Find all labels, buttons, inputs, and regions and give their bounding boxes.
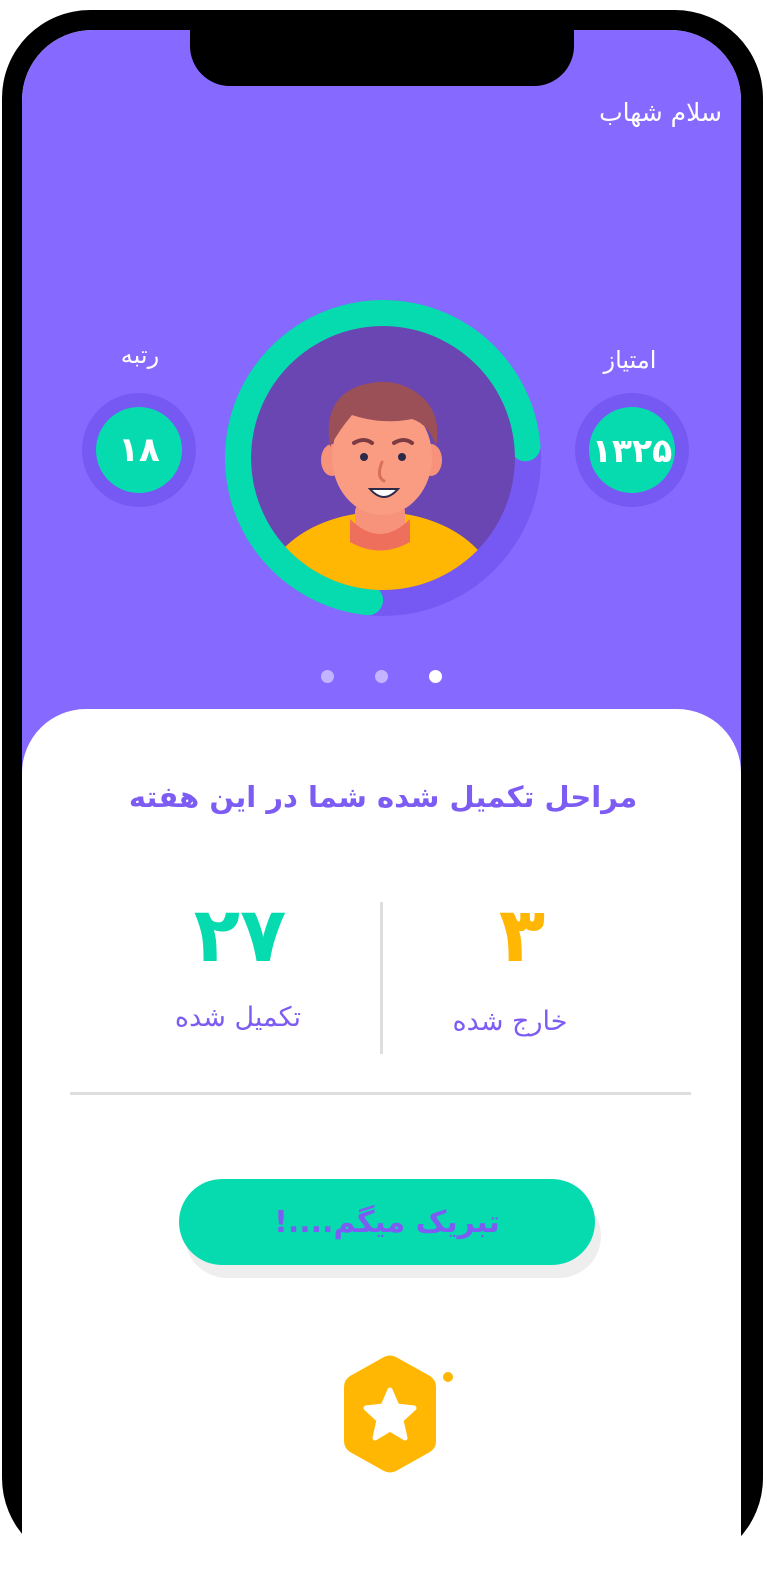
section-divider bbox=[70, 1092, 691, 1095]
stats-divider bbox=[380, 902, 383, 1054]
points-value: ۱۳۲۵ bbox=[589, 407, 675, 493]
weekly-title: مراحل تکمیل شده شما در این هفته bbox=[128, 780, 638, 814]
avatar-progress-ring bbox=[225, 300, 541, 616]
excluded-count: ۳ bbox=[498, 890, 546, 979]
points-label: امتیاز bbox=[603, 346, 657, 374]
excluded-label: خارج شده bbox=[452, 1006, 568, 1037]
points-badge: ۱۳۲۵ bbox=[575, 393, 689, 507]
carousel-dot[interactable] bbox=[429, 670, 442, 683]
rank-value: ۱۸ bbox=[96, 407, 182, 493]
rank-badge: ۱۸ bbox=[82, 393, 196, 507]
completed-count: ۲۷ bbox=[193, 890, 287, 979]
greeting-text: سلام شهاب bbox=[599, 98, 722, 127]
completed-label: تکمیل شده bbox=[174, 1002, 302, 1033]
congrats-button[interactable]: تبریک میگم....! bbox=[179, 1179, 595, 1265]
carousel-dot[interactable] bbox=[321, 670, 334, 683]
phone-notch bbox=[190, 30, 574, 86]
carousel-dot[interactable] bbox=[375, 670, 388, 683]
star-hexagon-icon[interactable] bbox=[326, 1352, 454, 1480]
rank-label: رتبه bbox=[120, 341, 160, 369]
carousel-dots bbox=[0, 670, 767, 686]
avatar[interactable] bbox=[222, 297, 544, 619]
